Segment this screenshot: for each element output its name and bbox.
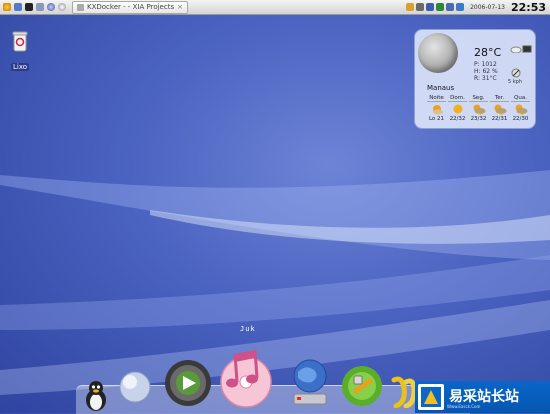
- system-tray: 2006-07-13 22:53: [406, 1, 550, 14]
- forecast-day-name: Noite: [427, 95, 446, 102]
- forecast-row: Noite Lo 21 Dom. 22/32 Seg. 23/32 Ter. 2…: [427, 95, 530, 122]
- trash-label: Lixo: [10, 63, 30, 71]
- juk-music-icon[interactable]: [215, 342, 277, 408]
- forecast-day: Seg. 23/32: [469, 95, 488, 122]
- tools-icon[interactable]: [340, 362, 384, 408]
- window-icon: [77, 3, 84, 11]
- forecast-range: 22/30: [512, 116, 529, 122]
- forecast-day: Ter. 22/31: [490, 95, 509, 122]
- network-globe-icon[interactable]: [288, 356, 332, 408]
- weather-widget[interactable]: 28°C P: 1012 H: 62 % R: 31°C 5 kph Manau…: [414, 29, 536, 129]
- temperature: 28°C: [474, 46, 502, 59]
- clock[interactable]: 22:53: [511, 1, 546, 14]
- storm-icon: [473, 104, 485, 115]
- date-display: 2006-07-13: [470, 3, 505, 11]
- trash-desktop-icon[interactable]: Lixo: [6, 30, 34, 73]
- sun-icon: [453, 104, 462, 114]
- partial-item-icon[interactable]: [388, 374, 418, 408]
- weather-details: P: 1012 H: 62 % R: 31°C: [474, 61, 498, 82]
- help-icon[interactable]: [58, 3, 66, 11]
- home-icon[interactable]: [36, 3, 44, 11]
- forecast-range: 22/31: [491, 116, 508, 122]
- volume-icon[interactable]: [416, 3, 425, 11]
- sun-cloud-icon: [432, 105, 443, 115]
- kmenu-icon[interactable]: [3, 3, 11, 11]
- ball-icon[interactable]: [118, 370, 152, 404]
- task-title: KXDocker - - XIA Projects: [87, 3, 175, 11]
- watermark-logo-icon: [418, 384, 444, 410]
- desktop-icon[interactable]: [14, 3, 22, 11]
- moon-icon: [418, 33, 458, 73]
- storm-icon: [494, 104, 506, 115]
- trash-icon: [12, 31, 28, 52]
- network-icon[interactable]: [406, 3, 415, 11]
- update-icon[interactable]: [436, 3, 445, 11]
- wind-icon: [511, 68, 521, 78]
- terminal-icon[interactable]: [25, 3, 33, 11]
- browser-icon[interactable]: [47, 3, 55, 11]
- city-name: Manaus: [427, 84, 455, 92]
- taskbar-button[interactable]: KXDocker - - XIA Projects ×: [72, 0, 188, 14]
- humidity: H: 62 %: [474, 68, 498, 75]
- watermark-sub: Www.Easck.Com: [447, 404, 481, 409]
- tv-icon: [522, 45, 532, 53]
- forecast-day-name: Seg.: [469, 95, 488, 102]
- forecast-range: 23/32: [470, 116, 487, 122]
- dock-hover-label: Juk: [240, 325, 256, 333]
- battery-icon[interactable]: [456, 3, 465, 11]
- forecast-day-name: Ter.: [490, 95, 509, 102]
- task-close-icon[interactable]: ×: [177, 3, 183, 11]
- speaker-icon[interactable]: [426, 3, 435, 11]
- cloud-icon: [510, 46, 522, 53]
- tux-icon[interactable]: [82, 378, 110, 412]
- printer-icon[interactable]: [446, 3, 455, 11]
- forecast-range: 22/32: [449, 116, 466, 122]
- watermark: 易采站长站 Www.Easck.Com: [415, 381, 550, 413]
- forecast-day: Qua. 22/30: [511, 95, 530, 122]
- forecast-day: Noite Lo 21: [427, 95, 446, 122]
- forecast-range: Lo 21: [428, 116, 445, 122]
- media-player-icon[interactable]: [163, 358, 213, 408]
- real-feel: R: 31°C: [474, 75, 497, 82]
- forecast-day-name: Qua.: [511, 95, 530, 102]
- storm-icon: [515, 104, 527, 115]
- wind-speed: 5 kph: [508, 79, 523, 85]
- forecast-day-name: Dom.: [448, 95, 467, 102]
- pressure: P: 1012: [474, 61, 497, 68]
- top-panel: KXDocker - - XIA Projects × 2006-07-13 2…: [0, 0, 550, 15]
- forecast-day: Dom. 22/32: [448, 95, 467, 122]
- quick-launch: [0, 3, 66, 11]
- watermark-text: 易采站长站: [449, 389, 519, 405]
